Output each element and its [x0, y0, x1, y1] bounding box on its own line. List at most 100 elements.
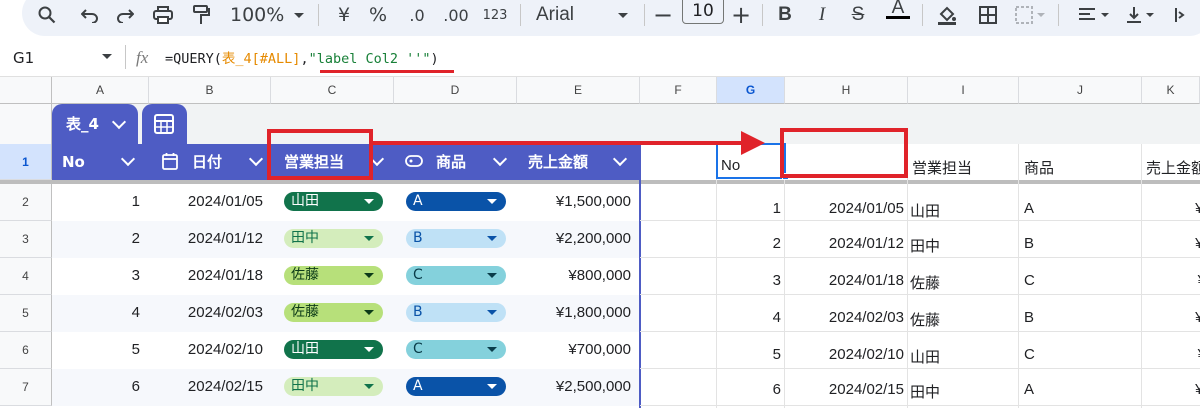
undo-icon[interactable] [77, 0, 103, 30]
result-header-amount[interactable]: 売上金額 [1146, 157, 1200, 178]
bold-button[interactable]: B [775, 0, 795, 30]
rep-chip[interactable]: 田中 [284, 229, 383, 248]
font-size-input[interactable]: 10 [682, 0, 724, 24]
select-all-corner[interactable] [0, 77, 52, 104]
table-cell-amount[interactable]: ¥2,200,000 [517, 230, 631, 247]
increase-decimal-button[interactable]: .00 [440, 0, 472, 30]
table-cell-amount[interactable]: ¥2,500,000 [517, 378, 631, 395]
column-header-i[interactable]: I [908, 77, 1019, 104]
print-icon[interactable] [150, 0, 176, 30]
table-cell-amount[interactable]: ¥1,800,000 [517, 304, 631, 321]
product-chip[interactable]: B [406, 303, 506, 322]
column-header-f[interactable]: F [640, 77, 717, 104]
row-header-1[interactable]: 1 [0, 144, 52, 180]
result-cell-amount[interactable]: ¥2, [1142, 235, 1200, 252]
row-header-6[interactable]: 6 [0, 332, 52, 369]
text-color-button[interactable]: A [886, 0, 910, 19]
column-header-k[interactable]: K [1142, 77, 1200, 104]
row-header-7[interactable]: 7 [0, 369, 52, 406]
paint-format-icon[interactable] [188, 0, 214, 30]
result-cell-rep[interactable]: 佐藤 [910, 272, 940, 293]
table-cell-date[interactable]: 2024/01/05 [149, 193, 263, 210]
result-cell-rep[interactable]: 山田 [910, 200, 940, 221]
table-cell-amount[interactable]: ¥800,000 [517, 267, 631, 284]
result-cell-no[interactable]: 4 [717, 309, 781, 326]
product-chip[interactable]: A [406, 377, 506, 396]
result-cell-rep[interactable]: 田中 [910, 235, 940, 256]
result-cell-amount[interactable]: ¥ [1142, 346, 1200, 363]
percent-format-button[interactable]: % [367, 0, 389, 30]
zoom-select[interactable]: 100% [230, 0, 305, 30]
result-cell-no[interactable]: 1 [717, 200, 781, 217]
italic-button[interactable]: I [812, 0, 832, 30]
result-cell-product[interactable]: B [1024, 309, 1034, 326]
result-cell-rep[interactable]: 佐藤 [910, 309, 940, 330]
currency-format-button[interactable]: ¥ [333, 0, 355, 30]
table-cell-no[interactable]: 5 [52, 341, 140, 358]
table-cell-date[interactable]: 2024/01/18 [149, 267, 263, 284]
vertical-align-icon[interactable] [1122, 0, 1158, 30]
result-cell-date[interactable]: 2024/02/15 [785, 381, 904, 398]
strikethrough-button[interactable]: S [848, 0, 868, 30]
result-cell-product[interactable]: A [1024, 200, 1034, 217]
product-chip[interactable]: C [406, 266, 506, 285]
table-header-date[interactable]: 日付 [192, 144, 222, 180]
result-cell-rep[interactable]: 山田 [910, 346, 940, 367]
column-header-h[interactable]: H [785, 77, 908, 104]
merge-cells-icon[interactable] [1012, 0, 1048, 30]
decrease-font-size-icon[interactable]: − [652, 0, 674, 30]
result-cell-amount[interactable]: ¥1, [1142, 200, 1200, 217]
font-select[interactable]: Arial [536, 0, 632, 30]
table-cell-no[interactable]: 2 [52, 230, 140, 247]
more-formats-button[interactable]: 123 [480, 0, 510, 30]
result-cell-amount[interactable]: ¥1, [1142, 309, 1200, 326]
table-cell-no[interactable]: 1 [52, 193, 140, 210]
result-cell-rep[interactable]: 田中 [910, 381, 940, 402]
result-cell-no[interactable]: 6 [717, 381, 781, 398]
row-header-2[interactable]: 2 [0, 184, 52, 221]
product-chip[interactable]: A [406, 192, 506, 211]
result-cell-product[interactable]: A [1024, 381, 1034, 398]
column-header-a[interactable]: A [52, 77, 149, 104]
result-cell-no[interactable]: 3 [717, 272, 781, 289]
rep-chip[interactable]: 山田 [284, 192, 383, 211]
column-header-c[interactable]: C [271, 77, 394, 104]
result-cell-date[interactable]: 2024/01/18 [785, 272, 904, 289]
result-header-rep[interactable]: 営業担当 [912, 157, 972, 178]
result-header-product[interactable]: 商品 [1024, 157, 1054, 178]
result-header-no[interactable]: No [721, 157, 740, 174]
table-cell-no[interactable]: 3 [52, 267, 140, 284]
result-cell-amount[interactable]: ¥2, [1142, 381, 1200, 398]
product-chip[interactable]: C [406, 340, 506, 359]
frozen-row-divider[interactable] [0, 180, 1200, 184]
result-cell-date[interactable]: 2024/02/10 [785, 346, 904, 363]
name-box[interactable]: G1 [0, 37, 130, 77]
table-header-no[interactable]: No [62, 144, 85, 180]
table-cell-date[interactable]: 2024/01/12 [149, 230, 263, 247]
column-header-d[interactable]: D [394, 77, 517, 104]
result-cell-product[interactable]: B [1024, 235, 1034, 252]
result-cell-no[interactable]: 5 [717, 346, 781, 363]
result-cell-amount[interactable]: ¥ [1142, 272, 1200, 289]
result-cell-product[interactable]: C [1024, 346, 1035, 363]
horizontal-align-icon[interactable] [1072, 0, 1114, 30]
result-cell-date[interactable]: 2024/01/12 [785, 235, 904, 252]
table-cell-date[interactable]: 2024/02/03 [149, 304, 263, 321]
search-menus-icon[interactable] [34, 0, 60, 30]
result-cell-date[interactable]: 2024/02/03 [785, 309, 904, 326]
result-cell-date[interactable]: 2024/01/05 [785, 200, 904, 217]
text-wrap-icon[interactable] [1168, 0, 1200, 30]
table-name-tab[interactable]: 表_4 [52, 104, 138, 144]
borders-icon[interactable] [975, 0, 1001, 30]
table-cell-date[interactable]: 2024/02/10 [149, 341, 263, 358]
decrease-decimal-button[interactable]: .0 [402, 0, 432, 30]
result-cell-no[interactable]: 2 [717, 235, 781, 252]
row-header-5[interactable]: 5 [0, 295, 52, 332]
increase-font-size-icon[interactable]: + [730, 0, 752, 30]
product-chip[interactable]: B [406, 229, 506, 248]
table-cell-no[interactable]: 4 [52, 304, 140, 321]
rep-chip[interactable]: 佐藤 [284, 266, 383, 285]
column-header-e[interactable]: E [517, 77, 640, 104]
column-header-j[interactable]: J [1019, 77, 1142, 104]
redo-icon[interactable] [112, 0, 138, 30]
